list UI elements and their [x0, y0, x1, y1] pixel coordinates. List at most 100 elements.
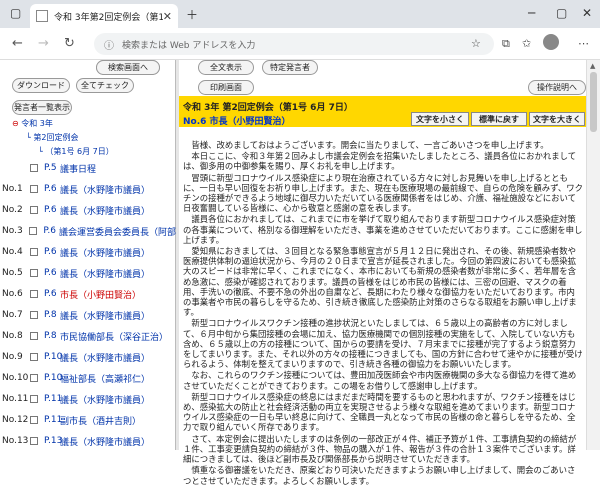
browser-tab-strip: ▢ 令和 3年第2回定例会（第1号 6月 ✕ ＋ ─ ▢ ✕	[0, 0, 600, 28]
speech-paragraph: なお、これらのワクチン接種については、豊田加茂医師会や市内医療機関の多大なる御協…	[183, 370, 577, 391]
close-window-icon[interactable]: ✕	[582, 6, 592, 20]
tab-actions-icon[interactable]: ▢	[10, 6, 21, 20]
item-page[interactable]: P.8	[44, 310, 60, 320]
list-item[interactable]: No.11 P.11 議長（水野隆市議員）	[0, 393, 176, 406]
item-speaker[interactable]: 議長（水野隆市議員）	[60, 246, 150, 259]
collapse-icon[interactable]: ⊖	[12, 119, 19, 128]
close-tab-icon[interactable]: ✕	[163, 10, 172, 23]
item-page[interactable]: P.6	[44, 247, 60, 257]
list-item[interactable]: No.13 P.13 議長（水野隆市議員）	[0, 435, 176, 448]
list-item[interactable]: No.12 P.11 副市長（酒井吉則）	[0, 414, 176, 427]
tab-title: 令和 3年第2回定例会（第1号 6月	[54, 12, 163, 23]
item-speaker[interactable]: 議長（水野隆市議員）	[60, 351, 150, 364]
item-page[interactable]: P.6	[44, 268, 60, 278]
item-number: No.4	[2, 247, 23, 257]
text-smaller-button[interactable]: 文字を小さく	[411, 112, 469, 126]
item-checkbox[interactable]	[30, 416, 38, 424]
back-icon[interactable]: ←	[12, 36, 23, 51]
item-number: No.8	[2, 331, 23, 341]
speaker-list-button[interactable]: 発言者一覧表示	[12, 100, 72, 115]
list-item[interactable]: No.3 P.6 議会運営委員会委員長（阿部	[0, 225, 176, 238]
item-speaker[interactable]: 議長（水野隆市議員）	[60, 393, 150, 406]
item-checkbox[interactable]	[30, 248, 38, 256]
item-speaker[interactable]: 議事日程	[60, 162, 96, 175]
new-tab-icon[interactable]: ＋	[186, 6, 198, 23]
address-input[interactable]: ⓘ 検索または Web アドレスを入力	[94, 33, 494, 55]
list-item[interactable]: No.5 P.6 議長（水野隆市議員）	[0, 267, 176, 280]
minimize-icon[interactable]: ─	[528, 6, 535, 20]
item-speaker[interactable]: 副市長（酒井吉則）	[60, 414, 141, 427]
show-all-button[interactable]: 全文表示	[198, 60, 254, 75]
collections-icon[interactable]: ⧉	[502, 37, 510, 51]
item-checkbox[interactable]	[30, 437, 38, 445]
item-page[interactable]: P.5	[44, 163, 60, 173]
browser-tab[interactable]: 令和 3年第2回定例会（第1号 6月 ✕	[30, 4, 178, 28]
scroll-thumb[interactable]	[590, 72, 597, 132]
list-item[interactable]: No.2 P.6 議長（水野隆市議員）	[0, 204, 176, 217]
text-larger-button[interactable]: 文字を大きく	[529, 112, 585, 126]
search-screen-button[interactable]: 検索画面へ	[96, 60, 160, 75]
item-speaker[interactable]: 議長（水野隆市議員）	[60, 204, 150, 217]
list-item[interactable]: No.4 P.6 議長（水野隆市議員）	[0, 246, 176, 259]
text-standard-button[interactable]: 標準に戻す	[471, 112, 527, 126]
item-page[interactable]: P.6	[44, 205, 60, 215]
more-menu-icon[interactable]: ⋯	[578, 37, 589, 50]
list-item[interactable]: No.6 P.6 市長（小野田賢治）	[0, 288, 176, 301]
speech-paragraph: 新型コロナウイルスワクチン接種の進捗状況といたしましては、６５歳以上の高齢者の方…	[183, 318, 583, 370]
item-page[interactable]: P.11	[44, 415, 62, 425]
item-speaker[interactable]: 市民協働部長（深谷正治）	[60, 330, 168, 343]
item-checkbox[interactable]	[30, 332, 38, 340]
list-item[interactable]: P.5 議事日程	[0, 162, 176, 175]
specific-speaker-button[interactable]: 特定発言者	[262, 60, 318, 75]
tree-session-name[interactable]: └ 第2回定例会	[26, 132, 78, 143]
item-speaker[interactable]: 議長（水野隆市議員）	[60, 435, 150, 448]
list-item[interactable]: No.8 P.8 市民協働部長（深谷正治）	[0, 330, 176, 343]
item-speaker[interactable]: 議長（水野隆市議員）	[60, 183, 150, 196]
favorites-icon[interactable]: ✩	[522, 37, 531, 50]
maximize-icon[interactable]: ▢	[556, 6, 567, 20]
favorite-star-icon[interactable]: ☆	[471, 37, 481, 50]
address-placeholder: 検索または Web アドレスを入力	[122, 40, 256, 51]
tree-meeting[interactable]: └ （第1号 6月 7日）	[38, 146, 114, 157]
list-item[interactable]: No.7 P.8 議長（水野隆市議員）	[0, 309, 176, 322]
item-checkbox[interactable]	[30, 290, 38, 298]
print-button[interactable]: 印刷画面	[198, 80, 254, 95]
list-item[interactable]: No.9 P.10 議長（水野隆市議員）	[0, 351, 176, 364]
item-page[interactable]: P.13	[44, 436, 62, 446]
refresh-icon[interactable]: ↻	[64, 36, 75, 51]
item-page[interactable]: P.6	[44, 289, 60, 299]
item-speaker[interactable]: 市長（小野田賢治）	[60, 288, 141, 301]
item-page[interactable]: P.8	[44, 331, 60, 341]
vertical-scrollbar[interactable]: ▲	[586, 60, 600, 450]
item-page[interactable]: P.6	[43, 226, 59, 236]
item-checkbox[interactable]	[30, 374, 38, 382]
list-item[interactable]: No.10 P.10 福祉部長（高瀬祁仁）	[0, 372, 176, 385]
item-checkbox[interactable]	[29, 227, 38, 235]
item-checkbox[interactable]	[30, 395, 38, 403]
item-page[interactable]: P.10	[44, 373, 62, 383]
item-checkbox[interactable]	[30, 269, 38, 277]
check-all-button[interactable]: 全てチェック	[76, 78, 134, 93]
item-page[interactable]: P.10	[44, 352, 62, 362]
item-page[interactable]: P.11	[44, 394, 62, 404]
item-checkbox[interactable]	[30, 185, 38, 193]
item-speaker[interactable]: 議長（水野隆市議員）	[60, 309, 150, 322]
item-speaker[interactable]: 議会運営委員会委員長（阿部	[59, 225, 176, 238]
list-item[interactable]: No.1 P.6 議長（水野隆市議員）	[0, 183, 176, 196]
speech-paragraph: 新型コロナウイルス感染症の終息にはまだまだ時間を要するものと思われますが、ワクチ…	[183, 391, 576, 433]
item-page[interactable]: P.6	[44, 184, 60, 194]
help-button[interactable]: 操作説明へ	[528, 80, 586, 95]
download-button[interactable]: ダウンロード	[12, 78, 70, 93]
item-speaker[interactable]: 福祉部長（高瀬祁仁）	[60, 372, 150, 385]
item-checkbox[interactable]	[30, 353, 38, 361]
item-checkbox[interactable]	[30, 206, 38, 214]
item-checkbox[interactable]	[30, 311, 38, 319]
item-checkbox[interactable]	[30, 164, 38, 172]
forward-icon[interactable]: →	[38, 36, 49, 51]
profile-avatar[interactable]	[543, 34, 559, 50]
scroll-up-icon[interactable]: ▲	[590, 62, 595, 70]
tree-session-year[interactable]: ⊖ 令和 3年	[12, 118, 53, 129]
item-number: No.10	[2, 373, 29, 383]
item-speaker[interactable]: 議長（水野隆市議員）	[60, 267, 150, 280]
speech-header: 令和 3年 第2回定例会（第1号 6月 7日） No.6 市長（小野田賢治） 文…	[179, 96, 586, 127]
